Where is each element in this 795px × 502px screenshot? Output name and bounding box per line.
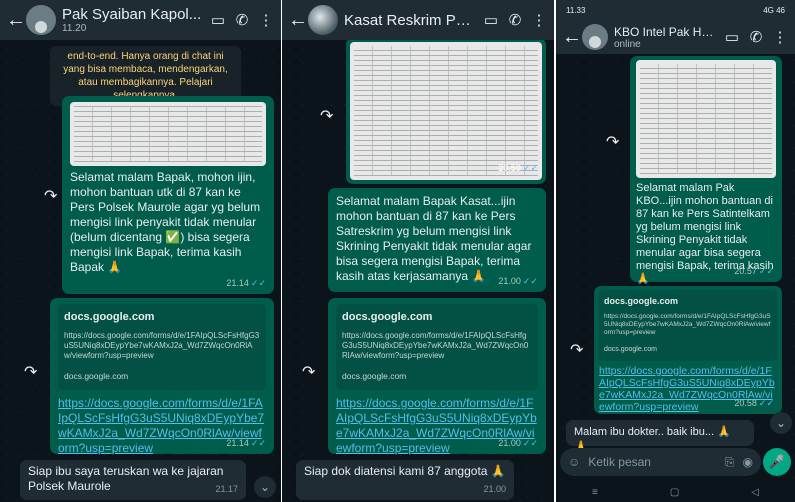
link-preview-url: https://docs.google.com/forms/d/e/1FAIpQ… <box>342 331 529 360</box>
link-preview-card[interactable]: docs.google.com https://docs.google.com/… <box>336 304 538 390</box>
message-time: 21.00 ✓✓ <box>498 438 538 448</box>
message-text: Siap ibu saya teruskan wa ke jajaran Pol… <box>28 464 224 493</box>
status-signal: 4G 46 <box>763 5 785 15</box>
message-input-bar[interactable]: ☺ Ketik pesan ⎘ ◉ <box>560 448 761 476</box>
video-call-icon[interactable]: ▭ <box>209 11 227 29</box>
contact-name: Pak Syaiban Kapol... <box>62 6 202 23</box>
mic-button[interactable]: 🎤 <box>763 448 791 476</box>
link-preview-domain: docs.google.com <box>604 346 657 353</box>
forward-icon[interactable]: ↷ <box>24 362 37 382</box>
more-options-icon[interactable]: ⋮ <box>257 11 275 29</box>
message-bubble[interactable]: Selamat malam Bapak, mohon ijin, mohon b… <box>62 96 274 294</box>
message-time: 21.00 ✓✓ <box>498 276 538 286</box>
chat-panel-3: 11.33 4G 46 ← KBO Intel Pak Har... onlin… <box>556 0 795 502</box>
message-bubble[interactable]: Selamat malam Bapak Kasat...ijin mohon b… <box>328 188 546 292</box>
forward-icon[interactable]: ↷ <box>570 340 583 360</box>
message-input[interactable]: Ketik pesan <box>588 455 717 469</box>
contact-name: KBO Intel Pak Har... <box>614 24 717 39</box>
back-arrow-icon[interactable]: ← <box>562 26 582 49</box>
recent-apps-icon[interactable]: ≡ <box>592 487 598 498</box>
incoming-message-bubble[interactable]: Malam ibu dokter.. baik ibu... 🙏 🙏 <box>566 420 754 453</box>
more-options-icon[interactable]: ⋮ <box>530 11 548 29</box>
back-arrow-icon[interactable]: ← <box>6 9 26 32</box>
message-text: Selamat malam Bapak Kasat...ijin mohon b… <box>336 194 532 283</box>
message-time: 20.57 ✓✓ <box>734 266 774 276</box>
scroll-down-button[interactable]: ⌄ <box>770 412 792 434</box>
link-message-bubble[interactable]: docs.google.com https://docs.google.com/… <box>50 298 274 455</box>
incoming-message-bubble[interactable]: Siap ibu saya teruskan wa ke jajaran Pol… <box>20 460 246 500</box>
link-preview-title: docs.google.com <box>342 311 433 323</box>
link-preview-title: docs.google.com <box>604 296 679 306</box>
chat-header: ← Pak Syaiban Kapol... 11.20 ▭ ✆ ⋮ <box>0 0 281 40</box>
message-text: Selamat malam Bapak, mohon ijin, mohon b… <box>70 170 261 274</box>
contact-info[interactable]: KBO Intel Pak Har... online <box>614 25 717 50</box>
last-seen: 11.20 <box>62 23 87 34</box>
forward-icon[interactable]: ↷ <box>44 186 57 206</box>
message-time: 21.14 ✓✓ <box>226 278 266 288</box>
android-nav-bar: ≡ ▢ ◁ <box>556 482 795 502</box>
document-image[interactable] <box>350 42 542 180</box>
more-options-icon[interactable]: ⋮ <box>771 28 789 46</box>
chat-panel-2: ← Kasat Reskrim Pol... ▭ ✆ ⋮ 20.59 ✓✓ ↷ S… <box>282 0 554 502</box>
avatar[interactable] <box>26 5 56 35</box>
message-time: 21.17 <box>215 484 238 494</box>
scroll-down-button[interactable]: ⌄ <box>254 476 276 498</box>
avatar[interactable] <box>308 5 338 35</box>
status-time: 11.33 <box>566 5 586 15</box>
link-preview-card[interactable]: docs.google.com https://docs.google.com/… <box>58 304 266 390</box>
attach-icon[interactable]: ⎘ <box>725 455 735 470</box>
forward-icon[interactable]: ↷ <box>320 106 333 126</box>
link-preview-url: https://docs.google.com/forms/d/e/1FAIpQ… <box>64 331 260 360</box>
chat-panel-1: ← Pak Syaiban Kapol... 11.20 ▭ ✆ ⋮ end-t… <box>0 0 281 502</box>
voice-call-icon[interactable]: ✆ <box>233 11 251 29</box>
back-arrow-icon[interactable]: ← <box>288 9 308 32</box>
link-message-bubble[interactable]: docs.google.com https://docs.google.com/… <box>328 298 546 455</box>
chat-header: ← Kasat Reskrim Pol... ▭ ✆ ⋮ <box>282 0 554 40</box>
contact-info[interactable]: Pak Syaiban Kapol... 11.20 <box>62 6 203 34</box>
camera-icon[interactable]: ◉ <box>743 455 753 469</box>
voice-call-icon[interactable]: ✆ <box>747 28 765 46</box>
forward-icon[interactable]: ↷ <box>606 132 619 152</box>
link-preview-url: https://docs.google.com/forms/d/e/1FAIpQ… <box>604 313 771 336</box>
contact-info[interactable]: Kasat Reskrim Pol... <box>344 12 476 29</box>
home-icon[interactable]: ▢ <box>670 487 679 498</box>
message-time: 20.58 ✓✓ <box>734 398 774 408</box>
contact-name: Kasat Reskrim Pol... <box>344 11 476 29</box>
link-preview-card[interactable]: docs.google.com https://docs.google.com/… <box>599 290 777 361</box>
message-time: 21.14 ✓✓ <box>226 438 266 448</box>
video-call-icon[interactable]: ▭ <box>723 28 741 46</box>
message-time: 20.59 ✓✓ <box>498 163 538 173</box>
video-call-icon[interactable]: ▭ <box>482 11 500 29</box>
status-bar: 11.33 4G 46 <box>556 0 795 20</box>
message-text: Siap dok diatensi kami 87 anggota 🙏 <box>304 464 506 478</box>
chat-header: ← KBO Intel Pak Har... online ▭ ✆ ⋮ <box>556 20 795 54</box>
avatar[interactable] <box>582 24 608 50</box>
voice-call-icon[interactable]: ✆ <box>506 11 524 29</box>
message-time: 21.00 <box>483 484 506 494</box>
nav-back-icon[interactable]: ◁ <box>751 487 759 498</box>
emoji-icon[interactable]: ☺ <box>568 455 580 469</box>
document-image[interactable] <box>70 102 266 166</box>
incoming-message-bubble[interactable]: Siap dok diatensi kami 87 anggota 🙏 21.0… <box>296 460 514 500</box>
image-message-bubble[interactable]: 20.59 ✓✓ <box>346 38 546 184</box>
link-message-bubble[interactable]: docs.google.com https://docs.google.com/… <box>594 286 782 414</box>
forward-icon[interactable]: ↷ <box>302 362 315 382</box>
online-status: online <box>614 38 641 50</box>
message-bubble[interactable]: Selamat malam Pak KBO...ijin mohon bantu… <box>630 56 782 285</box>
link-preview-domain: docs.google.com <box>64 371 129 381</box>
link-preview-domain: docs.google.com <box>342 371 407 381</box>
document-image[interactable] <box>636 60 776 178</box>
link-preview-title: docs.google.com <box>64 311 155 323</box>
